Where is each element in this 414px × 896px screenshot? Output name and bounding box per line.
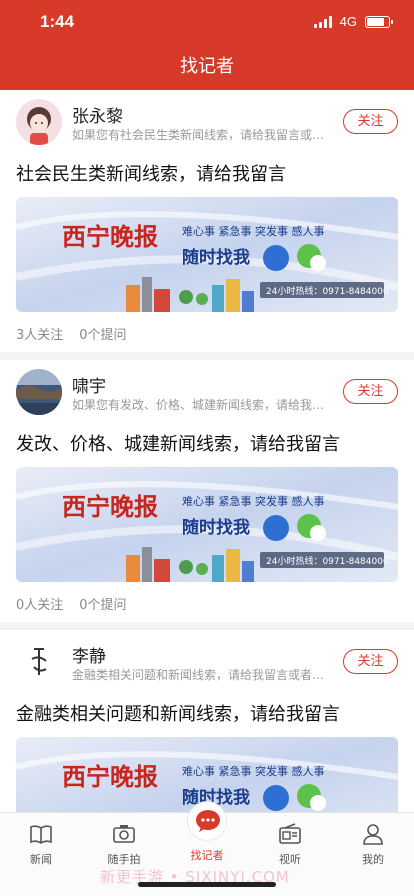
tab-news[interactable]: 新闻 (0, 821, 82, 867)
phone-icon (263, 245, 289, 271)
page-title: 找记者 (180, 56, 234, 77)
banner-logo: 西宁晚报 (62, 222, 158, 251)
follower-count: 3人关注 (16, 328, 64, 343)
banner-logo: 西宁晚报 (62, 762, 158, 791)
question-count: 0个提问 (79, 598, 127, 613)
reporter-card[interactable]: 李静 金融类相关问题和新闻线索，请给我留言或者… 关注 金融类相关问题和新闻线索… (0, 630, 414, 812)
status-time: 1:44 (40, 12, 75, 31)
signal-icon (313, 15, 332, 28)
tab-profile[interactable]: 我的 (332, 821, 414, 867)
nav-bar: 找记者 (0, 44, 414, 90)
tab-snapshot[interactable]: 随手拍 (83, 821, 165, 867)
banner-hotline: 24小时热线：0971-8484000 (266, 285, 389, 297)
tab-label: 新闻 (30, 853, 52, 866)
banner-slogan: 随时找我 (182, 517, 250, 538)
avatar[interactable] (16, 369, 62, 415)
reporter-stats: 3人关注 0个提问 (16, 324, 127, 343)
network-label: 4G (339, 14, 357, 29)
reporter-name: 啸宇 (72, 377, 106, 397)
reporter-feed[interactable]: 张永黎 如果您有社会民生类新闻线索，请给我留言或… 关注 社会民生类新闻线索，请… (0, 90, 414, 812)
reporter-description: 如果您有社会民生类新闻线索，请给我留言或… (72, 128, 325, 142)
banner-hotline: 24小时热线：0971-8484000 (266, 555, 389, 567)
reporter-stats: 0人关注 0个提问 (16, 594, 127, 613)
status-bar: 1:44 4G (0, 0, 414, 44)
person-icon (363, 824, 383, 845)
reporter-headline[interactable]: 社会民生类新闻线索，请给我留言 (16, 160, 286, 186)
follow-button[interactable]: 关注 (343, 109, 398, 134)
avatar[interactable] (16, 639, 62, 685)
hotline-banner[interactable]: 西宁晚报 难心事 紧急事 突发事 感人事 随时找我 24小时热线：0971-84… (16, 197, 398, 312)
banner-logo: 西宁晚报 (62, 492, 158, 521)
home-indicator[interactable] (138, 882, 276, 887)
banner-tagline: 难心事 紧急事 突发事 感人事 (182, 494, 325, 508)
banner-slogan: 随时找我 (182, 247, 250, 268)
question-count: 0个提问 (79, 328, 127, 343)
follow-button[interactable]: 关注 (343, 649, 398, 674)
follow-button[interactable]: 关注 (343, 379, 398, 404)
tab-label: 随手拍 (107, 853, 141, 866)
reporter-card[interactable]: 啸宇 如果您有发改、价格、城建新闻线索，请给我… 关注 发改、价格、城建新闻线索… (0, 360, 414, 622)
tab-label: 我的 (362, 853, 384, 866)
camera-icon (113, 825, 135, 843)
reporter-name: 张永黎 (72, 107, 123, 127)
banner-tagline: 难心事 紧急事 突发事 感人事 (182, 764, 325, 778)
reporter-name: 李静 (72, 647, 106, 667)
banner-tagline: 难心事 紧急事 突发事 感人事 (182, 224, 325, 238)
status-indicators: 4G (313, 14, 393, 29)
reporter-headline[interactable]: 金融类相关问题和新闻线索，请给我留言 (16, 700, 340, 726)
news-icon (30, 825, 52, 844)
reporter-description: 如果您有发改、价格、城建新闻线索，请给我… (72, 398, 325, 412)
chat-bubble-icon (196, 810, 220, 832)
battery-icon (365, 15, 393, 28)
reporter-card[interactable]: 张永黎 如果您有社会民生类新闻线索，请给我留言或… 关注 社会民生类新闻线索，请… (0, 90, 414, 352)
tab-media[interactable]: 视听 (249, 821, 331, 867)
tab-label: 视听 (279, 853, 301, 866)
tab-active-bubble (187, 801, 227, 841)
hotline-banner[interactable]: 西宁晚报 难心事 紧急事 突发事 感人事 随时找我 24小时热线：0971-84… (16, 467, 398, 582)
phone-icon (263, 785, 289, 811)
follower-count: 0人关注 (16, 598, 64, 613)
avatar[interactable] (16, 99, 62, 145)
tab-label: 找记者 (190, 849, 224, 862)
radio-icon (279, 823, 301, 844)
phone-icon (263, 515, 289, 541)
reporter-headline[interactable]: 发改、价格、城建新闻线索，请给我留言 (16, 430, 340, 456)
reporter-description: 金融类相关问题和新闻线索，请给我留言或者… (72, 668, 325, 682)
